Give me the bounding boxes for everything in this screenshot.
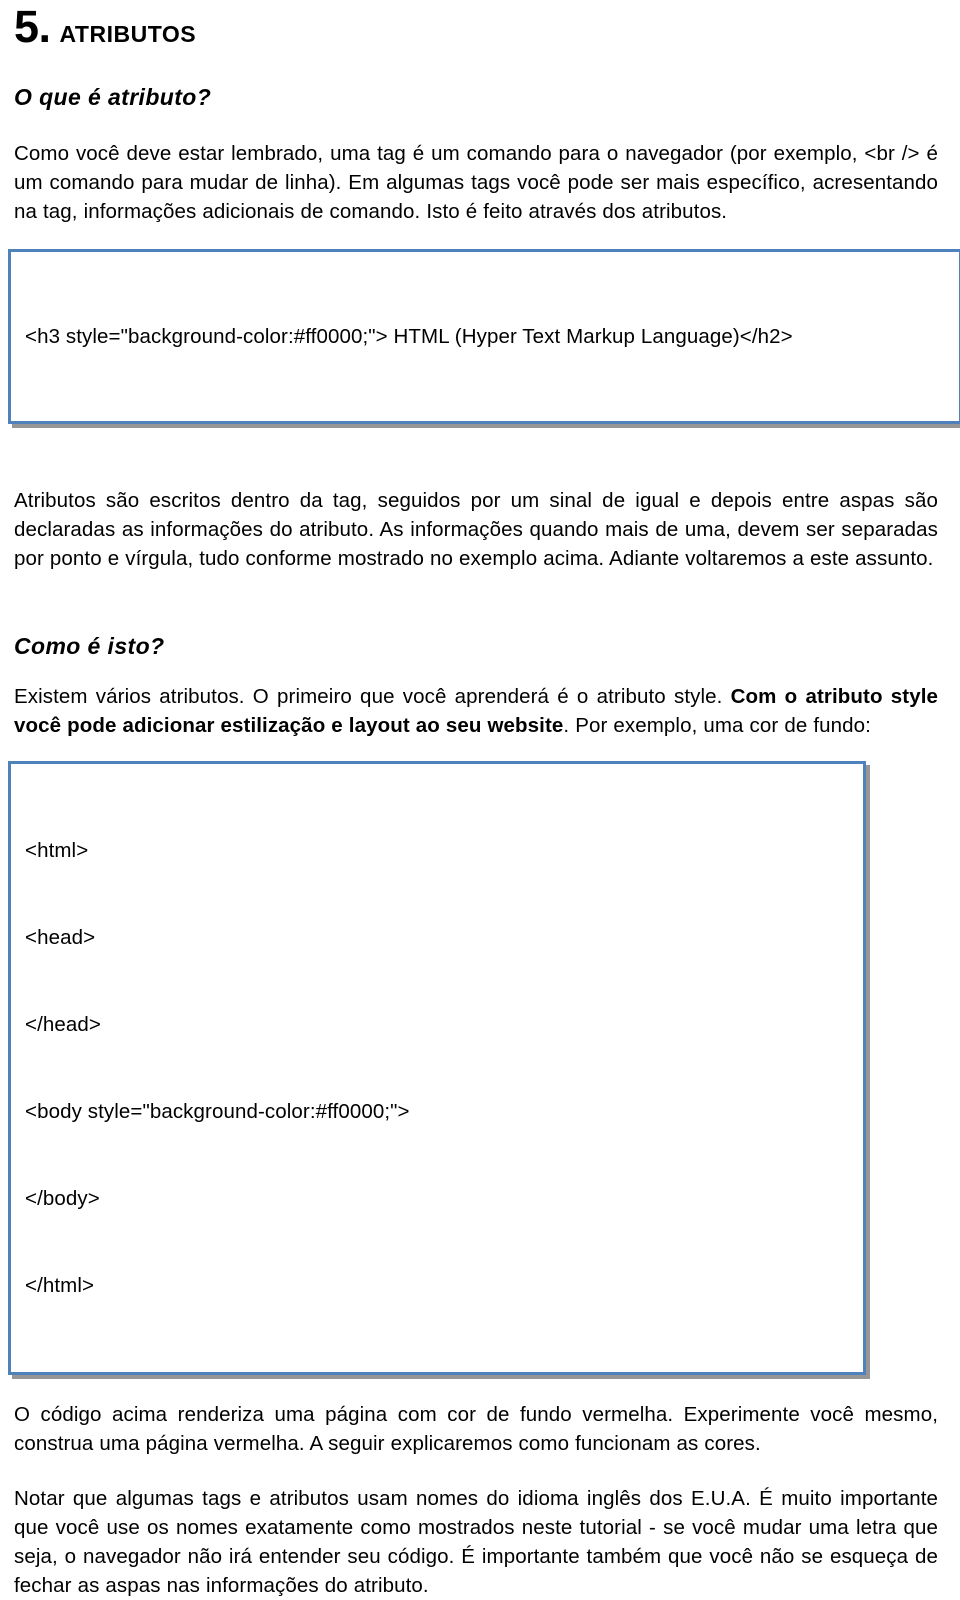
chapter-title-text: ATRIBUTOS <box>59 21 197 47</box>
page-title: 5. ATRIBUTOS <box>14 0 938 49</box>
document-page: 5. ATRIBUTOS O que é atributo? Como você… <box>0 0 960 1597</box>
section-heading-como-e-isto: Como é isto? <box>14 633 165 659</box>
style-intro-text-2: . Por exemplo, uma cor de fundo: <box>563 714 871 737</box>
code-line: <html> <box>25 839 89 862</box>
code-example-1-wrapper: <h3 style="background-color:#ff0000;"> H… <box>8 249 960 424</box>
paragraph-final: Notar que algumas tags e atributos usam … <box>14 1487 938 1597</box>
code-example-2-wrapper: <html> <head> </head> <body style="backg… <box>8 761 938 1375</box>
section-heading-o-que-e-atributo: O que é atributo? <box>14 84 212 110</box>
code-line: </body> <box>25 1187 100 1210</box>
paragraph-intro: Como você deve estar lembrado, uma tag é… <box>14 142 938 223</box>
paragraph-after-code-1: Atributos são escritos dentro da tag, se… <box>14 489 938 570</box>
code-example-1: <h3 style="background-color:#ff0000;"> H… <box>8 249 960 424</box>
chapter-number: 5. <box>14 1 51 52</box>
code-line: <body style="background-color:#ff0000;"> <box>25 1100 410 1123</box>
paragraph-after-code-2: O código acima renderiza uma página com … <box>14 1403 938 1455</box>
style-intro-text-1: Existem vários atributos. O primeiro que… <box>14 685 731 708</box>
code-line: </html> <box>25 1274 95 1297</box>
code-line: <head> <box>25 926 96 949</box>
code-example-2: <html> <head> </head> <body style="backg… <box>8 761 866 1375</box>
code-line: </head> <box>25 1013 101 1036</box>
code-line: <h3 style="background-color:#ff0000;"> H… <box>25 325 793 348</box>
paragraph-style-intro: Existem vários atributos. O primeiro que… <box>14 682 938 740</box>
